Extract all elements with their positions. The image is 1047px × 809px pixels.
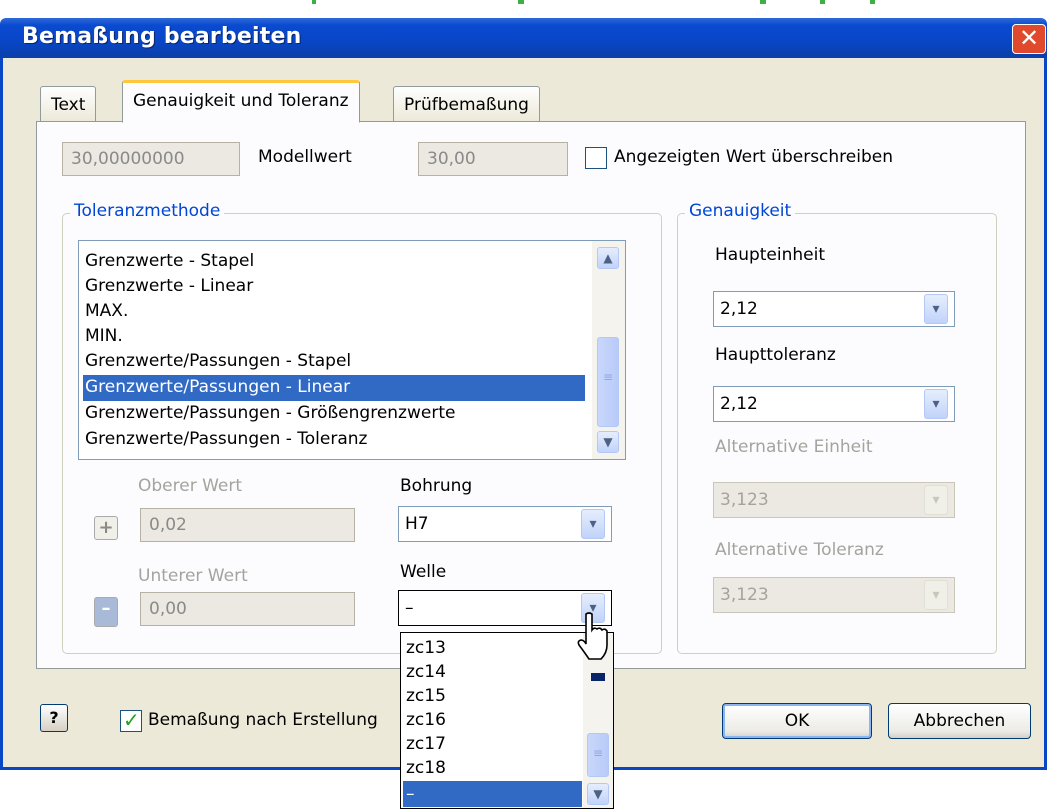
- scroll-thumb-handle[interactable]: [591, 673, 605, 681]
- grip-icon: ≡: [603, 370, 614, 384]
- model-value-field: 30,00000000: [62, 142, 240, 176]
- dropdown-option[interactable]: zc16: [403, 707, 582, 733]
- precision-title: Genauigkeit: [685, 201, 796, 221]
- close-button[interactable]: ✕: [1012, 24, 1046, 54]
- edit-after-create-label: Bemaßung nach Erstellung: [148, 710, 378, 730]
- dropdown-option[interactable]: zc14: [403, 659, 582, 685]
- lower-value-field[interactable]: 0,00: [140, 592, 355, 626]
- chevron-down-icon[interactable]: ▾: [581, 509, 605, 539]
- tolerance-method-list[interactable]: Grenzwerte - Stapel Grenzwerte - Linear …: [78, 240, 626, 460]
- shaft-label: Welle: [400, 562, 447, 582]
- override-value-checkbox[interactable]: [585, 147, 607, 169]
- primary-unit-combo[interactable]: 2,12 ▾: [713, 291, 955, 327]
- background-artifact: [870, 0, 875, 4]
- scroll-down-arrow-icon[interactable]: ▼: [587, 783, 609, 805]
- alternative-tolerance-label: Alternative Toleranz: [715, 540, 884, 560]
- tab-label: Genauigkeit und Toleranz: [133, 91, 349, 111]
- window-title: Bemaßung bearbeiten: [22, 24, 302, 49]
- list-item[interactable]: MIN.: [83, 324, 585, 350]
- bore-value: H7: [405, 514, 429, 534]
- override-value-label: Angezeigten Wert überschreiben: [614, 147, 893, 167]
- edit-after-create-checkbox[interactable]: [120, 708, 142, 732]
- model-value-label: Modellwert: [258, 147, 352, 167]
- list-item[interactable]: Grenzwerte - Linear: [83, 274, 585, 300]
- list-item[interactable]: Grenzwerte - Stapel: [83, 249, 585, 275]
- alternative-tolerance-value: 3,123: [720, 585, 769, 605]
- chevron-down-icon: ▾: [924, 580, 948, 610]
- chevron-down-icon[interactable]: ▾: [924, 389, 948, 419]
- primary-unit-label: Haupteinheit: [715, 245, 826, 265]
- list-item[interactable]: MAX.: [83, 299, 585, 325]
- primary-tolerance-label: Haupttoleranz: [715, 345, 836, 365]
- chevron-down-icon: ▾: [924, 485, 948, 515]
- bore-label: Bohrung: [400, 476, 473, 496]
- dropdown-option[interactable]: zc13: [403, 635, 582, 661]
- scroll-thumb[interactable]: ≡: [597, 337, 619, 427]
- primary-unit-value: 2,12: [720, 299, 758, 319]
- tab-label: Prüfbemaßung: [404, 95, 529, 115]
- grip-icon: ≡: [593, 746, 604, 760]
- upper-value-field[interactable]: 0,02: [140, 508, 355, 542]
- dropdown-option[interactable]: zc15: [403, 683, 582, 709]
- primary-tolerance-value: 2,12: [720, 394, 758, 414]
- scroll-down-arrow-icon[interactable]: ▼: [597, 431, 619, 453]
- background-artifact: [518, 0, 524, 4]
- dropdown-option-selected[interactable]: –: [403, 781, 582, 807]
- background-artifact: [312, 0, 316, 4]
- alternative-unit-value: 3,123: [720, 490, 769, 510]
- list-item[interactable]: Grenzwerte/Passungen - Größengrenzwerte: [83, 401, 585, 427]
- tab-precision-tolerance[interactable]: Genauigkeit und Toleranz: [122, 80, 360, 123]
- list-scrollbar[interactable]: ▲ ≡ ▼: [592, 241, 625, 459]
- dropdown-option[interactable]: zc17: [403, 731, 582, 757]
- scroll-up-arrow-icon[interactable]: ▲: [597, 247, 619, 269]
- chevron-down-icon[interactable]: ▾: [924, 294, 948, 324]
- ok-button[interactable]: OK: [722, 703, 872, 739]
- hand-cursor-icon: [577, 612, 608, 660]
- background-artifact: [820, 0, 825, 4]
- bore-combo[interactable]: H7 ▾: [398, 506, 612, 542]
- help-icon: ?: [49, 708, 59, 727]
- help-button[interactable]: ?: [40, 704, 68, 732]
- primary-tolerance-combo[interactable]: 2,12 ▾: [713, 386, 955, 422]
- scroll-thumb[interactable]: ≡: [587, 733, 609, 777]
- upper-value-label: Oberer Wert: [138, 476, 243, 496]
- alternative-unit-label: Alternative Einheit: [715, 437, 873, 457]
- background-artifact: [760, 0, 766, 4]
- alternative-unit-combo: 3,123 ▾: [713, 482, 955, 518]
- tolerance-method-title: Toleranzmethode: [70, 201, 225, 221]
- lower-value-label: Unterer Wert: [138, 566, 248, 586]
- cancel-button[interactable]: Abbrechen: [888, 703, 1031, 739]
- list-item[interactable]: Grenzwerte/Passungen - Toleranz: [83, 427, 585, 453]
- minus-icon[interactable]: –: [94, 597, 118, 627]
- display-value-field[interactable]: 30,00: [418, 142, 568, 176]
- plus-icon[interactable]: +: [94, 516, 118, 540]
- tab-inspection-dimension[interactable]: Prüfbemaßung: [393, 86, 540, 122]
- close-icon: ✕: [1018, 24, 1040, 52]
- alternative-tolerance-combo: 3,123 ▾: [713, 577, 955, 613]
- list-item-selected[interactable]: Grenzwerte/Passungen - Linear: [83, 375, 585, 401]
- tab-label: Text: [51, 95, 86, 115]
- tab-text[interactable]: Text: [40, 86, 97, 122]
- shaft-value: –: [405, 598, 414, 618]
- list-item[interactable]: Grenzwerte/Passungen - Stapel: [83, 349, 585, 375]
- dropdown-option[interactable]: zc18: [403, 755, 582, 781]
